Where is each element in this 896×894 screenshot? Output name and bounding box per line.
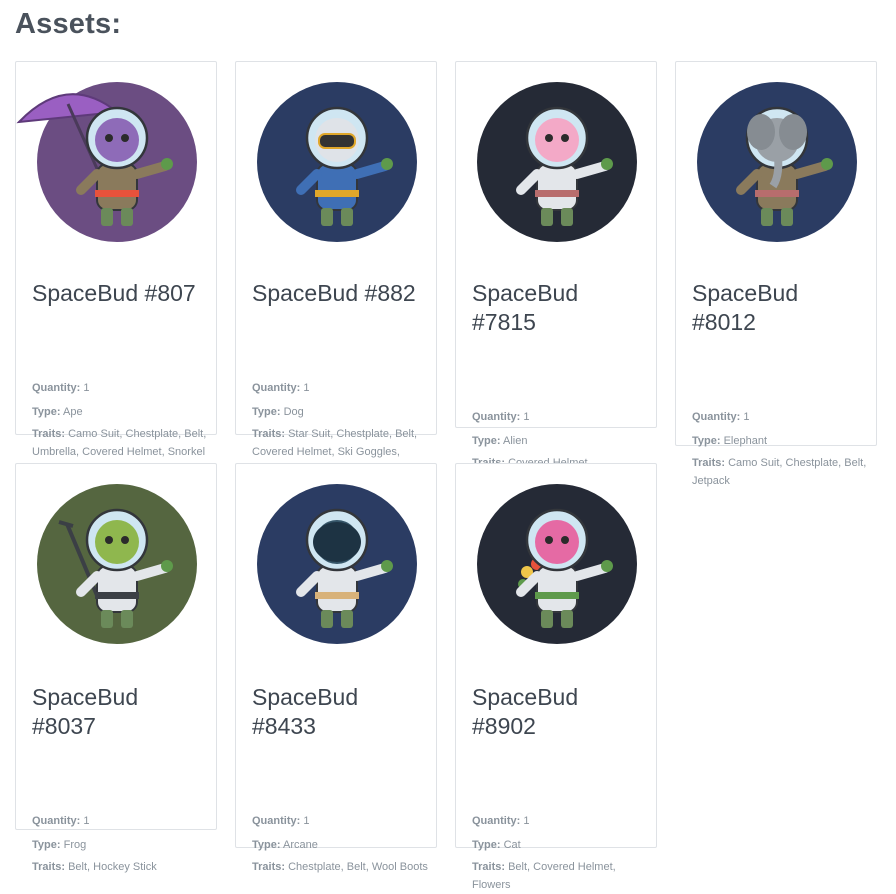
asset-type: Type: Elephant [692, 432, 870, 450]
asset-traits: Traits: Belt, Covered Helmet, Flowers [472, 858, 650, 894]
quantity-label: Quantity: [252, 382, 301, 394]
type-label: Type: [472, 435, 501, 447]
traits-label: Traits: [692, 457, 726, 469]
asset-name[interactable]: SpaceBud #807 [32, 279, 207, 308]
type-label: Type: [32, 406, 61, 418]
asset-card[interactable]: SpaceBud #8902 Quantity: 1 Type: Cat Traits… [455, 463, 657, 891]
asset-quantity: Quantity: 1 [692, 408, 870, 426]
type-value: Cat [503, 839, 521, 851]
page-title: Assets: [15, 8, 122, 40]
asset-type: Type: Frog [32, 836, 210, 854]
quantity-value: 1 [743, 411, 750, 423]
asset-type: Type: Alien [472, 432, 650, 450]
asset-card[interactable]: SpaceBud #7815Quantity: 1Type: AlienTrai… [455, 61, 657, 469]
asset-quantity: Quantity: 1 [32, 379, 210, 397]
quantity-label: Quantity: [32, 815, 81, 827]
type-label: Type: [692, 435, 721, 447]
quantity-value: 1 [523, 411, 530, 423]
asset-traits: Traits: Camo Suit, Chestplate, Belt, Umb… [32, 425, 210, 461]
asset-type: Type: Cat [472, 836, 650, 854]
quantity-label: Quantity: [32, 382, 81, 394]
traits-label: Traits: [252, 428, 286, 440]
asset-card[interactable]: SpaceBud #8037 Quantity: 1 Type: Frog Trait… [15, 463, 217, 873]
asset-type: Type: Arcane [252, 836, 430, 854]
asset-quantity: Quantity: 1 [472, 812, 650, 830]
asset-quantity: Quantity: 1 [252, 379, 430, 397]
type-label: Type: [252, 406, 281, 418]
frog-astronaut-icon [37, 484, 197, 644]
asset-traits: Traits: Camo Suit, Chestplate, Belt, Jet… [692, 454, 870, 490]
asset-name[interactable]: SpaceBud #7815 [472, 279, 647, 337]
cat-astronaut-icon [477, 484, 637, 644]
asset-name[interactable]: SpaceBud #8037 [32, 683, 207, 741]
asset-card[interactable]: SpaceBud #807 Quantity: 1 Type: Ape Traits:… [15, 61, 217, 458]
traits-label: Traits: [32, 861, 66, 873]
asset-type: Type: Dog [252, 403, 430, 421]
asset-name[interactable]: SpaceBud #8012 [692, 279, 867, 337]
dog-astronaut-icon [257, 82, 417, 242]
ape-astronaut-icon [16, 82, 197, 242]
asset-quantity: Quantity: 1 [252, 812, 430, 830]
quantity-label: Quantity: [472, 815, 521, 827]
quantity-value: 1 [83, 382, 90, 394]
quantity-value: 1 [83, 815, 90, 827]
quantity-value: 1 [523, 815, 530, 827]
traits-label: Traits: [252, 861, 286, 873]
quantity-value: 1 [303, 382, 310, 394]
asset-card[interactable]: SpaceBud #882 Quantity: 1 Type: Dog Traits:… [235, 61, 437, 476]
quantity-label: Quantity: [472, 411, 521, 423]
asset-quantity: Quantity: 1 [472, 408, 650, 426]
type-value: Dog [283, 406, 304, 418]
arcane-astronaut-icon [257, 484, 417, 644]
type-label: Type: [252, 839, 281, 851]
type-value: Arcane [282, 839, 318, 851]
asset-card[interactable]: SpaceBud #8012 Quantity: 1 Type: Elephant T… [675, 61, 877, 487]
asset-traits: Traits: Chestplate, Belt, Wool Boots [252, 858, 430, 876]
type-value: Elephant [723, 435, 768, 447]
asset-card[interactable]: SpaceBud #8433 Quantity: 1 Type: Arcane Tra… [235, 463, 437, 873]
elephant-astronaut-icon [697, 82, 857, 242]
asset-name[interactable]: SpaceBud #8902 [472, 683, 647, 741]
type-value: Ape [62, 406, 83, 418]
asset-traits: Traits: Belt, Hockey Stick [32, 858, 210, 876]
asset-name[interactable]: SpaceBud #8433 [252, 683, 427, 741]
type-label: Type: [32, 839, 61, 851]
quantity-label: Quantity: [252, 815, 301, 827]
traits-value: Chestplate, Belt, Wool Boots [288, 861, 428, 873]
traits-value: Belt, Hockey Stick [68, 861, 157, 873]
asset-type: Type: Ape [32, 403, 210, 421]
type-label: Type: [472, 839, 501, 851]
quantity-value: 1 [303, 815, 310, 827]
quantity-label: Quantity: [692, 411, 741, 423]
type-value: Frog [63, 839, 87, 851]
traits-label: Traits: [472, 861, 506, 873]
type-value: Alien [502, 435, 528, 447]
alien-astronaut-icon [477, 82, 637, 242]
traits-label: Traits: [32, 428, 66, 440]
asset-quantity: Quantity: 1 [32, 812, 210, 830]
asset-name[interactable]: SpaceBud #882 [252, 279, 427, 308]
